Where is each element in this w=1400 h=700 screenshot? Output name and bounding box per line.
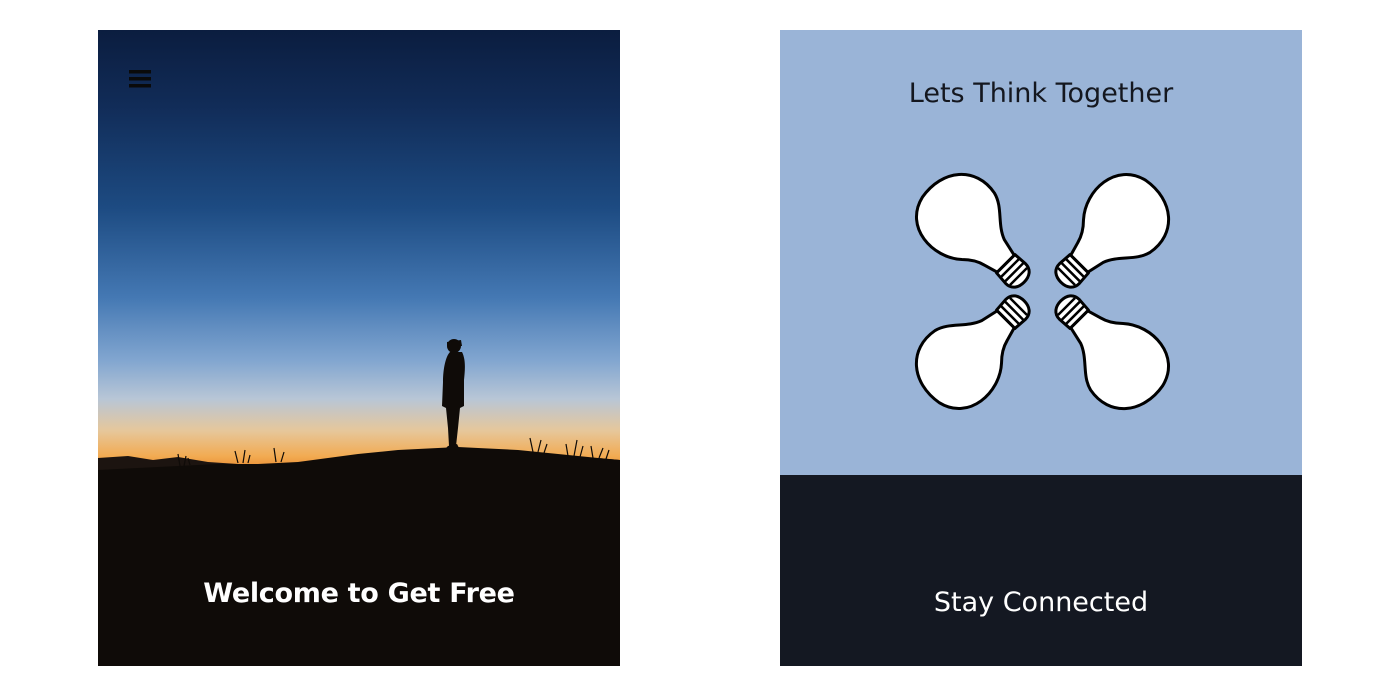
connect-section: Stay Connected [780, 475, 1302, 666]
menu-button[interactable] [124, 64, 156, 94]
connect-title: Stay Connected [933, 587, 1149, 618]
sunset-silhouette-image [98, 339, 620, 666]
idea-title: Lets Think Together [908, 78, 1174, 109]
four-lightbulbs-icon [898, 156, 1187, 427]
page: Welcome to Get Free Lets Think Together [0, 0, 1400, 700]
hero-title: Welcome to Get Free [203, 578, 515, 609]
info-card: Lets Think Together Stay Connected [780, 30, 1302, 666]
idea-section: Lets Think Together [780, 30, 1302, 475]
hero-card: Welcome to Get Free [98, 30, 620, 666]
hamburger-menu-icon [129, 70, 151, 88]
